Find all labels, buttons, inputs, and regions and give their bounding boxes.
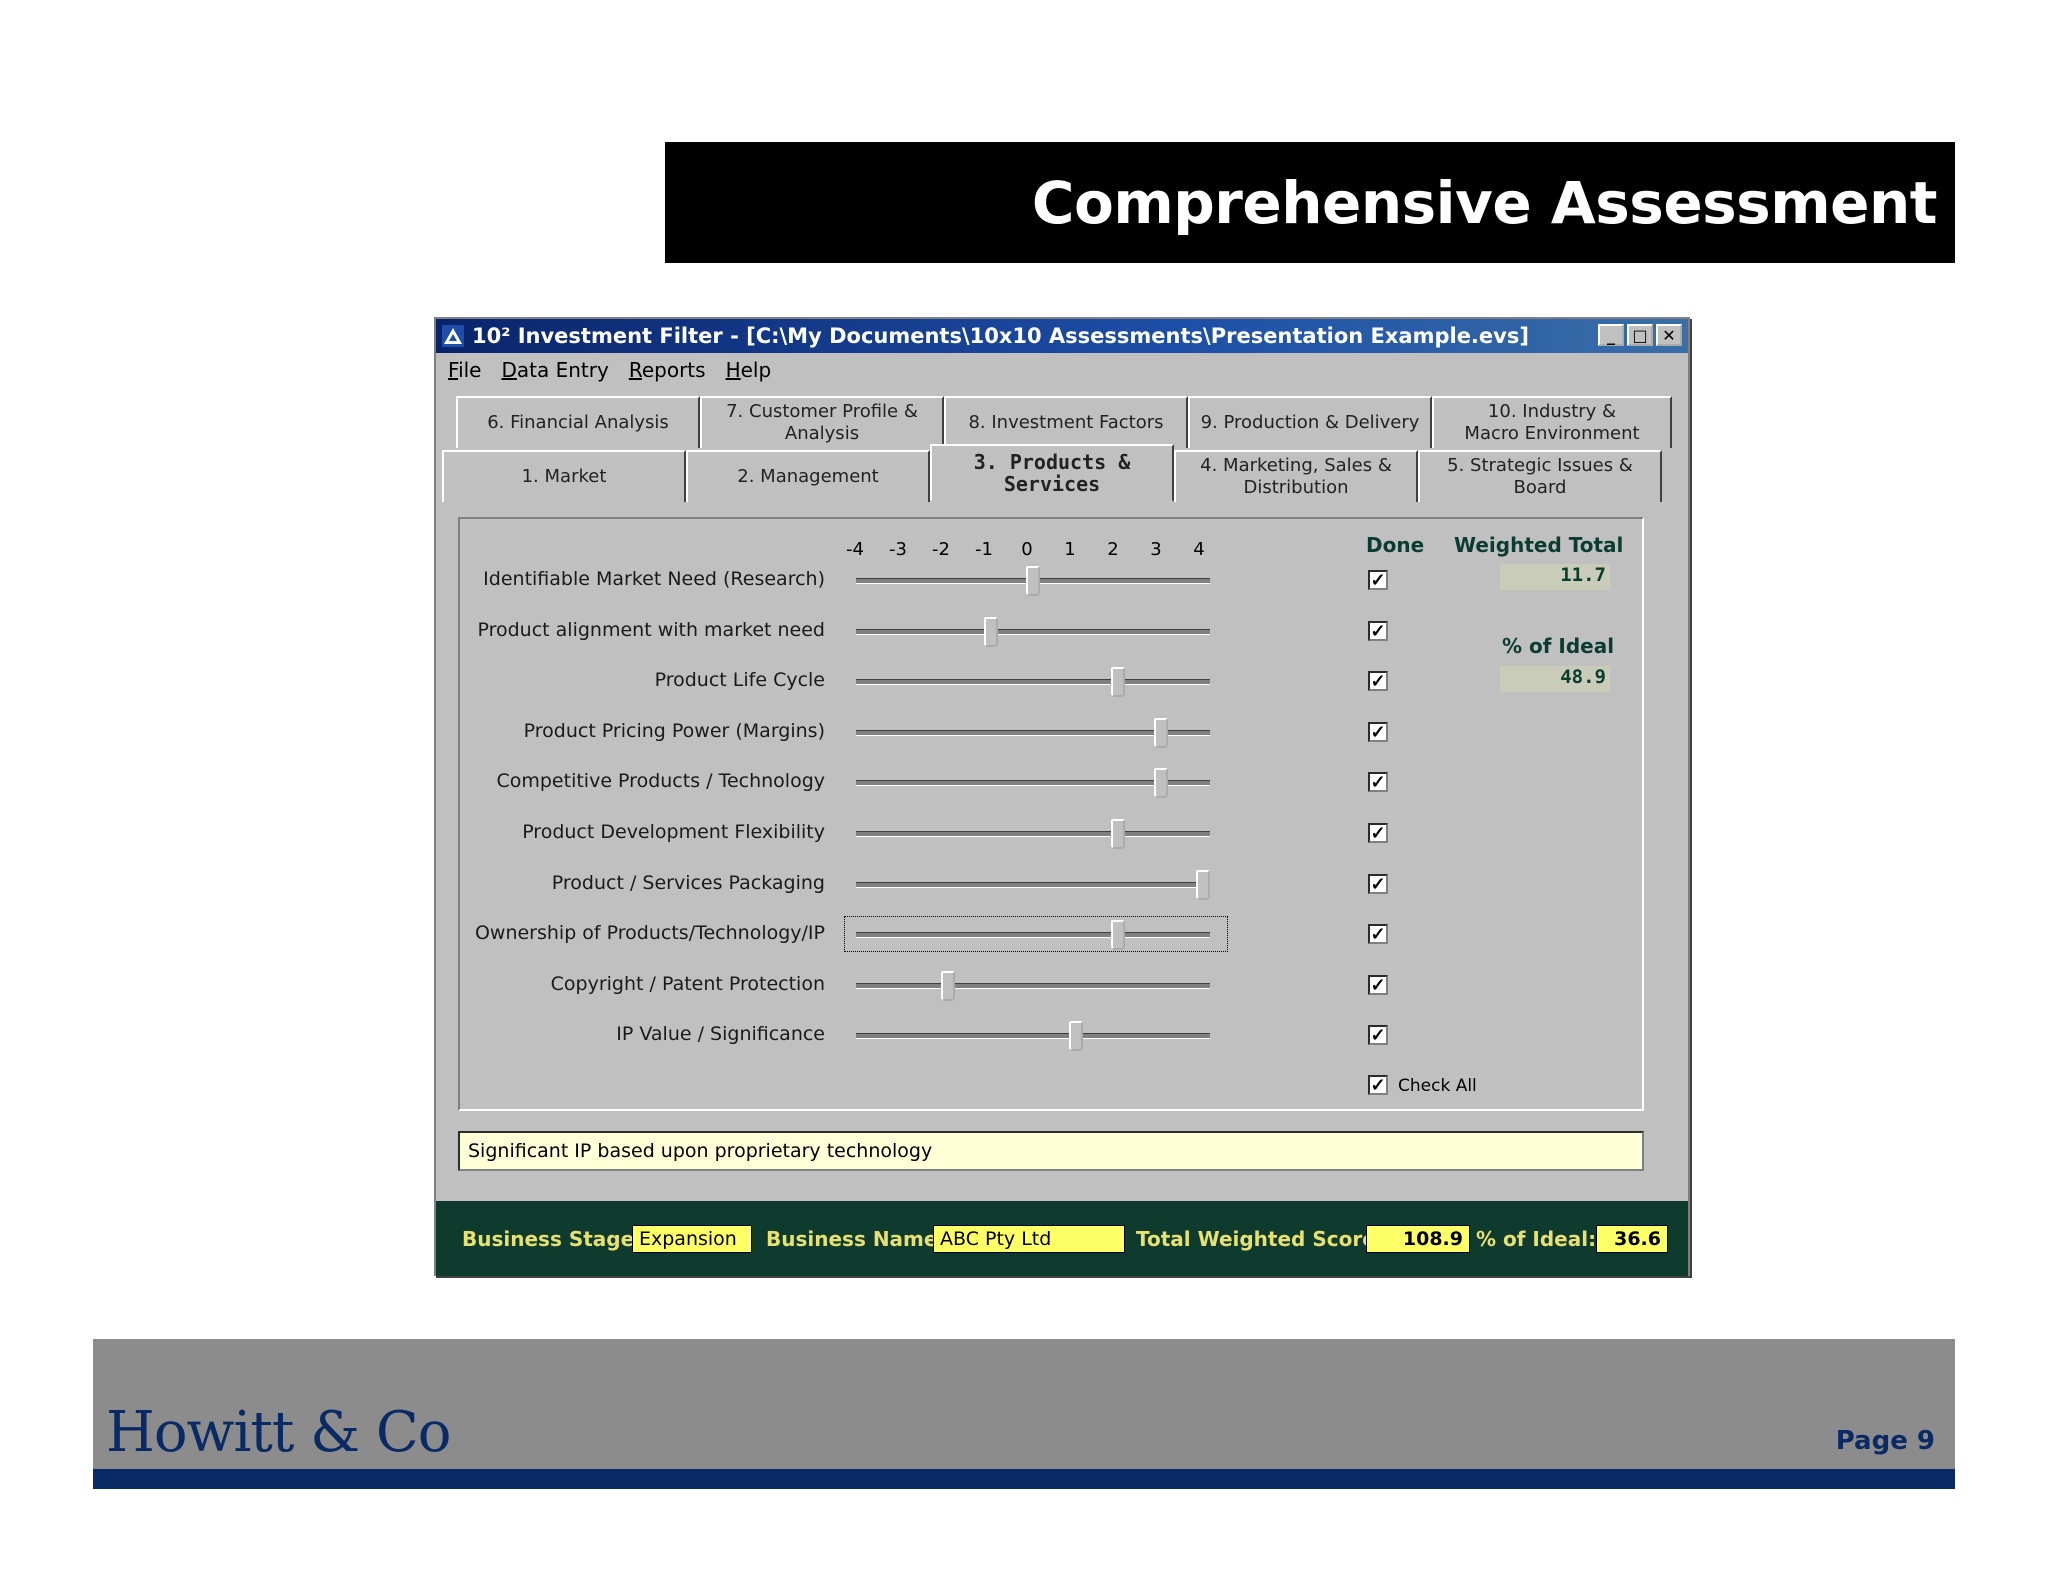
total-score-field: 108.9	[1366, 1224, 1470, 1253]
window-titlebar: 10² Investment Filter - [C:\My Documents…	[436, 319, 1688, 353]
done-checkbox[interactable]: ✓	[1368, 620, 1388, 641]
slider-thumb[interactable]	[1153, 768, 1168, 799]
done-checkbox[interactable]: ✓	[1368, 974, 1388, 995]
slider-thumb[interactable]	[941, 970, 955, 1001]
tab-financial-analysis[interactable]: 6. Financial Analysis	[456, 396, 700, 448]
page-number: Page 9	[1835, 1426, 1935, 1456]
close-button[interactable]: ✕	[1656, 324, 1682, 346]
business-stage-label: Business Stage:	[462, 1226, 643, 1251]
weighted-total-header: Weighted Total	[1454, 533, 1624, 557]
criterion-label: Competitive Products / Technology	[496, 770, 825, 793]
tab-market[interactable]: 1. Market	[442, 450, 686, 502]
criterion-label: Product Life Cycle	[654, 669, 825, 692]
scale-tick: -3	[889, 539, 907, 560]
slider-track[interactable]	[856, 1033, 1210, 1040]
tab-industry-macro[interactable]: 10. Industry & Macro Environment	[1432, 396, 1672, 448]
done-checkbox[interactable]: ✓	[1368, 671, 1388, 692]
done-checkbox[interactable]: ✓	[1368, 570, 1388, 590]
status-bar: Business Stage: Expansion Business Name:…	[436, 1201, 1688, 1276]
footer-stripe	[93, 1469, 1955, 1489]
slider-track[interactable]	[856, 628, 1210, 635]
done-checkbox[interactable]: ✓	[1368, 772, 1388, 793]
criterion-label: Ownership of Products/Technology/IP	[474, 922, 825, 945]
scale-tick: 4	[1193, 539, 1205, 560]
slider-thumb[interactable]	[1068, 1021, 1083, 1052]
ideal-field: 36.6	[1596, 1224, 1668, 1253]
check-all-label: Check All	[1398, 1076, 1477, 1096]
tab-production-delivery[interactable]: 9. Production & Delivery	[1188, 396, 1432, 448]
criterion-label: Identifiable Market Need (Research)	[483, 568, 825, 590]
menu-bar: File Data Entry Reports Help	[436, 353, 1688, 387]
scale-tick: -1	[975, 539, 993, 560]
slider-thumb[interactable]	[1111, 819, 1125, 849]
menu-reports[interactable]: Reports	[629, 358, 706, 382]
app-window: 10² Investment Filter - [C:\My Documents…	[434, 317, 1690, 1276]
maximize-button[interactable]: □	[1627, 324, 1653, 346]
slider-thumb[interactable]	[1111, 667, 1125, 698]
slider-track[interactable]	[856, 679, 1210, 686]
menu-data-entry[interactable]: Data Entry	[501, 358, 608, 382]
tab-management[interactable]: 2. Management	[686, 450, 930, 502]
scale-tick: -4	[846, 539, 864, 560]
criterion-label: Copyright / Patent Protection	[550, 972, 825, 995]
slider-track[interactable]	[856, 982, 1210, 989]
tab-customer-profile[interactable]: 7. Customer Profile & Analysis	[700, 396, 944, 448]
comment-field[interactable]: Significant IP based upon proprietary te…	[458, 1131, 1644, 1171]
scale-tick: 1	[1064, 539, 1076, 560]
pct-ideal-value: 48.9	[1500, 666, 1610, 692]
done-checkbox[interactable]: ✓	[1368, 721, 1388, 742]
slider-thumb[interactable]	[1196, 869, 1210, 900]
done-checkbox[interactable]: ✓	[1368, 873, 1388, 894]
menu-file[interactable]: File	[448, 358, 481, 382]
done-header: Done	[1366, 533, 1425, 557]
scale-tick: 0	[1021, 539, 1033, 560]
slider-track[interactable]	[856, 881, 1210, 888]
pct-ideal-header: % of Ideal	[1502, 634, 1615, 658]
tab-strategic-issues[interactable]: 5. Strategic Issues & Board	[1418, 450, 1662, 502]
business-name-label: Business Name:	[766, 1226, 946, 1251]
window-title-text: 10² Investment Filter - [C:\My Documents…	[472, 324, 1529, 348]
scale-tick: -2	[932, 539, 950, 560]
tab-investment-factors[interactable]: 8. Investment Factors	[944, 396, 1188, 448]
criterion-label: Product alignment with market need	[477, 618, 825, 641]
slider-thumb[interactable]	[1111, 920, 1125, 951]
total-score-label: Total Weighted Score:	[1136, 1226, 1384, 1251]
slider-track[interactable]	[856, 831, 1210, 837]
criterion-label: Product Development Flexibility	[522, 821, 825, 843]
tab-marketing-sales[interactable]: 4. Marketing, Sales & Distribution	[1174, 450, 1418, 502]
done-checkbox[interactable]: ✓	[1368, 924, 1388, 945]
ideal-label: % of Ideal:	[1476, 1226, 1597, 1251]
app-logo-icon	[442, 325, 464, 347]
check-all-checkbox[interactable]: ✓	[1368, 1075, 1388, 1095]
criterion-label: IP Value / Significance	[616, 1023, 825, 1046]
scale-tick: 2	[1107, 539, 1119, 560]
tab-products-services[interactable]: 3. Products & Services	[930, 444, 1174, 502]
done-checkbox[interactable]: ✓	[1368, 1025, 1388, 1046]
assessment-panel	[458, 517, 1644, 1111]
weighted-total-value: 11.7	[1500, 564, 1610, 590]
slide-title: Comprehensive Assessment	[665, 142, 1955, 263]
slider-thumb[interactable]	[1026, 566, 1040, 596]
business-stage-field[interactable]: Expansion	[632, 1224, 752, 1253]
criterion-label: Product Pricing Power (Margins)	[523, 719, 825, 742]
scale-tick: 3	[1150, 539, 1162, 560]
business-name-field[interactable]: ABC Pty Ltd	[933, 1224, 1125, 1253]
howitt-logo: Howitt & Co	[106, 1400, 451, 1465]
minimize-button[interactable]: _	[1598, 324, 1624, 346]
slider-thumb[interactable]	[1153, 717, 1168, 748]
menu-help[interactable]: Help	[726, 358, 772, 382]
criterion-label: Product / Services Packaging	[551, 871, 825, 894]
slider-track[interactable]	[856, 932, 1210, 939]
slider-thumb[interactable]	[983, 616, 998, 647]
done-checkbox[interactable]: ✓	[1368, 823, 1388, 843]
